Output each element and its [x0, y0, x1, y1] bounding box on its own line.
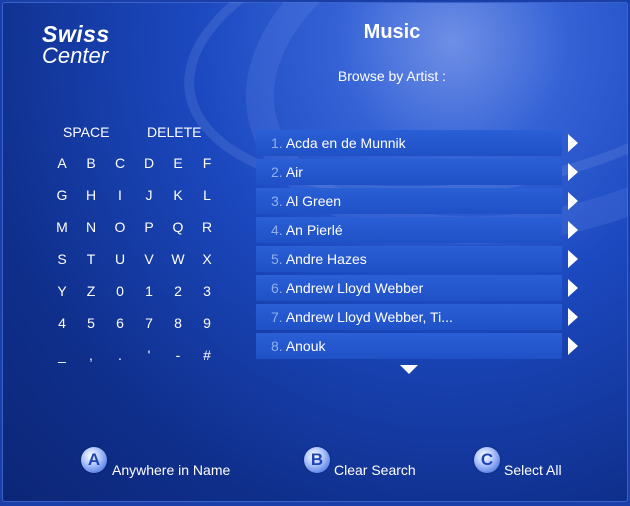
artist-name: Air: [285, 164, 303, 180]
artist-list-item[interactable]: 7. Andrew Lloyd Webber, Ti...: [256, 304, 562, 330]
keyboard-key[interactable]: ': [139, 347, 159, 363]
page-title: Music: [363, 21, 421, 43]
artist-list-item[interactable]: 2. Air: [256, 159, 562, 185]
keyboard-key[interactable]: V: [139, 251, 159, 267]
keyboard-key[interactable]: _: [52, 347, 72, 363]
keyboard-key[interactable]: 0: [110, 283, 130, 299]
screen: Swiss Center Music Browse by Artist : SP…: [2, 2, 628, 502]
artist-number: 8.: [271, 338, 283, 354]
button-c-label[interactable]: Select All: [504, 462, 562, 478]
button-b-icon[interactable]: B: [304, 447, 330, 473]
artist-name: Anouk: [285, 338, 326, 354]
keyboard-key[interactable]: P: [139, 219, 159, 235]
artist-list-item[interactable]: 8. Anouk: [256, 333, 562, 359]
keyboard-key[interactable]: Q: [168, 219, 188, 235]
keyboard-key[interactable]: D: [139, 155, 159, 171]
logo: Swiss Center: [42, 21, 110, 68]
keyboard-key[interactable]: W: [168, 251, 188, 267]
keyboard-key[interactable]: 1: [139, 283, 159, 299]
keyboard-key[interactable]: 8: [168, 315, 188, 331]
keyboard-key[interactable]: M: [52, 219, 72, 235]
open-artist-arrow-icon[interactable]: [568, 163, 578, 181]
open-artist-arrow-icon[interactable]: [568, 308, 578, 326]
space-key[interactable]: SPACE: [63, 124, 109, 140]
open-artist-arrow-icon[interactable]: [568, 221, 578, 239]
keyboard-key[interactable]: 5: [81, 315, 101, 331]
artist-number: 5.: [271, 251, 283, 267]
artist-number: 1.: [271, 135, 283, 151]
button-a-icon[interactable]: A: [81, 447, 107, 473]
button-a-label[interactable]: Anywhere in Name: [112, 462, 230, 478]
keyboard-key[interactable]: #: [197, 347, 217, 363]
button-c-icon[interactable]: C: [474, 447, 500, 473]
keyboard-key[interactable]: .: [110, 347, 130, 363]
keyboard-key[interactable]: Z: [81, 283, 101, 299]
scroll-down-arrow-icon[interactable]: [400, 365, 418, 374]
button-b-label[interactable]: Clear Search: [334, 462, 416, 478]
keyboard-key[interactable]: K: [168, 187, 188, 203]
keyboard-key[interactable]: C: [110, 155, 130, 171]
open-artist-arrow-icon[interactable]: [568, 134, 578, 152]
keyboard-key[interactable]: 6: [110, 315, 130, 331]
keyboard-key[interactable]: 3: [197, 283, 217, 299]
logo-line2: Center: [42, 43, 109, 68]
keyboard-key[interactable]: R: [197, 219, 217, 235]
artist-number: 7.: [271, 309, 283, 325]
keyboard-key[interactable]: G: [52, 187, 72, 203]
keyboard-key[interactable]: A: [52, 155, 72, 171]
artist-name: An Pierlé: [285, 222, 343, 238]
artist-list-item[interactable]: 6. Andrew Lloyd Webber: [256, 275, 562, 301]
keyboard-key[interactable]: J: [139, 187, 159, 203]
artist-list-item[interactable]: 4. An Pierlé: [256, 217, 562, 243]
artist-number: 3.: [271, 193, 283, 209]
artist-list-item[interactable]: 1. Acda en de Munnik: [256, 130, 562, 156]
keyboard-key[interactable]: L: [197, 187, 217, 203]
open-artist-arrow-icon[interactable]: [568, 250, 578, 268]
keyboard-key[interactable]: U: [110, 251, 130, 267]
keyboard-key[interactable]: 7: [139, 315, 159, 331]
artist-number: 6.: [271, 280, 283, 296]
keyboard-key[interactable]: O: [110, 219, 130, 235]
artist-list-item[interactable]: 3. Al Green: [256, 188, 562, 214]
keyboard-key[interactable]: T: [81, 251, 101, 267]
artist-list: 1. Acda en de Munnik 2. Air 3. Al Green 4. …: [256, 130, 562, 362]
keyboard-key[interactable]: ,: [81, 347, 101, 363]
keyboard-key[interactable]: 9: [197, 315, 217, 331]
keyboard-key[interactable]: 4: [52, 315, 72, 331]
keyboard-key[interactable]: B: [81, 155, 101, 171]
delete-key[interactable]: DELETE: [147, 124, 201, 140]
logo-line1: Swiss: [42, 21, 110, 47]
artist-number: 4.: [271, 222, 283, 238]
keyboard-key[interactable]: F: [197, 155, 217, 171]
open-artist-arrow-icon[interactable]: [568, 192, 578, 210]
keyboard-key[interactable]: 2: [168, 283, 188, 299]
keyboard-key[interactable]: N: [81, 219, 101, 235]
open-artist-arrow-icon[interactable]: [568, 337, 578, 355]
keyboard-key[interactable]: Y: [52, 283, 72, 299]
keyboard-key[interactable]: I: [110, 187, 130, 203]
artist-name: Acda en de Munnik: [285, 135, 406, 151]
keyboard-key[interactable]: -: [168, 347, 188, 363]
keyboard-key[interactable]: H: [81, 187, 101, 203]
artist-name: Al Green: [285, 193, 342, 209]
keyboard-key[interactable]: X: [197, 251, 217, 267]
keyboard-key[interactable]: E: [168, 155, 188, 171]
keyboard-key[interactable]: S: [52, 251, 72, 267]
artist-number: 2.: [271, 164, 283, 180]
page-subtitle: Browse by Artist :: [337, 68, 447, 84]
open-artist-arrow-icon[interactable]: [568, 279, 578, 297]
artist-name: Andrew Lloyd Webber, Ti...: [285, 309, 453, 325]
artist-list-item[interactable]: 5. Andre Hazes: [256, 246, 562, 272]
artist-name: Andre Hazes: [285, 251, 367, 267]
artist-name: Andrew Lloyd Webber: [285, 280, 424, 296]
